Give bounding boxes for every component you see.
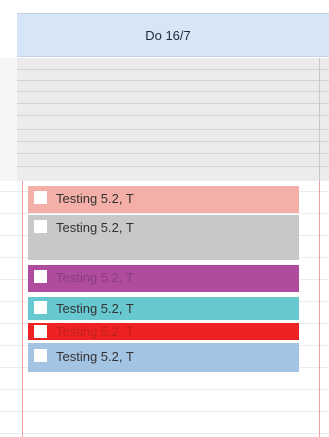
event-checkbox[interactable] xyxy=(34,220,47,233)
all-day-line xyxy=(17,153,329,154)
grid-line xyxy=(0,411,329,412)
event-checkbox[interactable] xyxy=(34,191,47,204)
current-day-right-border xyxy=(319,181,320,437)
event-label: Testing 5.2, T xyxy=(56,191,134,206)
grid-line xyxy=(0,433,329,434)
calendar-event[interactable]: Testing 5.2, T xyxy=(28,265,299,292)
event-checkbox[interactable] xyxy=(34,270,47,283)
all-day-divider xyxy=(319,58,320,181)
all-day-line xyxy=(17,141,329,142)
all-day-line xyxy=(17,80,329,81)
all-day-line xyxy=(17,69,329,70)
all-day-line xyxy=(17,115,329,116)
all-day-line xyxy=(17,103,329,104)
event-checkbox[interactable] xyxy=(34,301,47,314)
all-day-line xyxy=(17,166,329,167)
calendar-event[interactable]: Testing 5.2, T xyxy=(28,297,299,320)
calendar-event[interactable]: Testing 5.2, T xyxy=(28,186,299,213)
all-day-area[interactable] xyxy=(17,58,329,181)
calendar-event[interactable]: Testing 5.2, T xyxy=(28,343,299,372)
event-checkbox[interactable] xyxy=(34,349,47,362)
grid-line xyxy=(0,389,329,390)
event-label: Testing 5.2, T xyxy=(56,270,134,285)
calendar-event[interactable]: Testing 5.2, T xyxy=(28,215,299,260)
all-day-line xyxy=(17,129,329,130)
event-label: Testing 5.2, T xyxy=(56,324,134,339)
event-label: Testing 5.2, T xyxy=(56,349,134,364)
event-label: Testing 5.2, T xyxy=(56,301,134,316)
current-day-left-border xyxy=(22,181,23,437)
day-column-header[interactable]: Do 16/7 xyxy=(17,13,329,57)
all-day-line xyxy=(17,91,329,92)
event-checkbox[interactable] xyxy=(34,325,47,338)
day-header-label: Do 16/7 xyxy=(145,28,191,43)
all-day-gutter xyxy=(0,58,17,181)
event-label: Testing 5.2, T xyxy=(56,220,134,235)
calendar-event[interactable]: Testing 5.2, T xyxy=(28,323,299,340)
grid-line xyxy=(0,213,329,214)
